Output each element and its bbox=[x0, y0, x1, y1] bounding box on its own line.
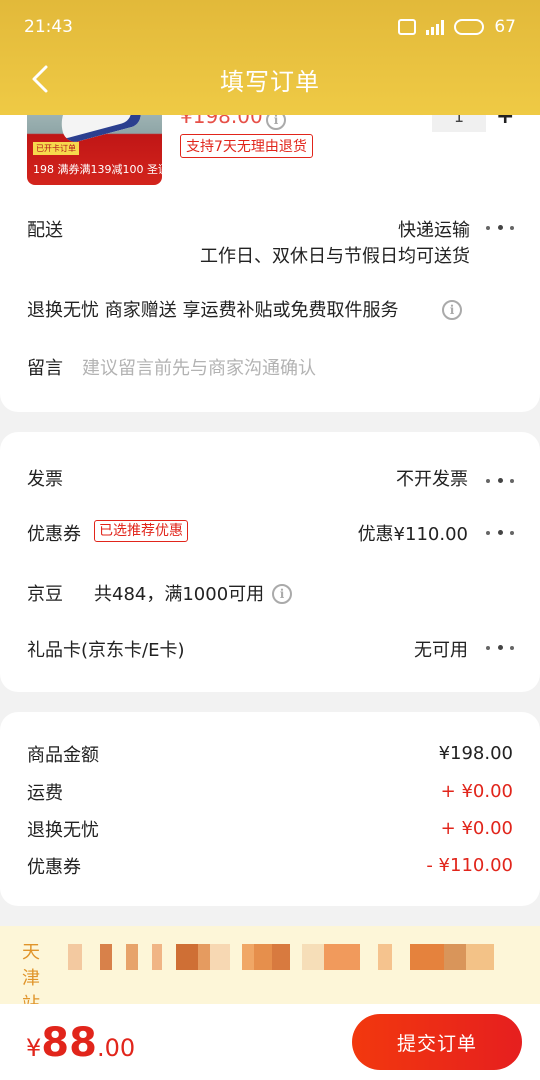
return-badge: 支持7天无理由退货 bbox=[180, 134, 313, 158]
delivery-method[interactable]: 快递运输 bbox=[398, 216, 470, 242]
total-price: ¥88.00 bbox=[26, 1020, 135, 1066]
bottom-bar: ¥88.00 提交订单 bbox=[0, 1004, 540, 1080]
status-bar: 21:43 67 bbox=[0, 0, 540, 54]
message-label: 留言 bbox=[27, 358, 63, 379]
giftcard-label: 礼品卡(京东卡/E卡) bbox=[27, 640, 185, 661]
signal-icon bbox=[426, 19, 445, 35]
battery-level: 67 bbox=[494, 17, 516, 37]
coupon-label: 优惠券 bbox=[27, 524, 81, 545]
image-tag: 已开卡订单 bbox=[33, 142, 79, 155]
info-icon[interactable]: i bbox=[442, 300, 462, 320]
summary-value: + ¥0.00 bbox=[440, 818, 513, 839]
summary-value: - ¥110.00 bbox=[426, 855, 513, 876]
nav-bar: 填写订单 bbox=[0, 54, 540, 104]
delivery-label: 配送 bbox=[27, 220, 63, 241]
jingdou-label: 京豆 bbox=[27, 584, 63, 605]
invoice-label: 发票 bbox=[27, 469, 63, 490]
battery-icon bbox=[454, 19, 485, 35]
header: 21:43 67 填写订单 bbox=[0, 0, 540, 115]
coupon-badge: 已选推荐优惠 bbox=[94, 520, 188, 542]
giftcard-value[interactable]: 无可用 bbox=[414, 636, 468, 662]
blurred-address bbox=[68, 944, 494, 970]
delivery-note: 工作日、双休日与节假日均可送货 bbox=[200, 246, 470, 267]
address-notice[interactable]: 天津站 bbox=[0, 926, 540, 1015]
summary-label: 运费 bbox=[27, 783, 63, 804]
more-dots-icon[interactable] bbox=[486, 476, 514, 486]
more-dots-icon[interactable] bbox=[486, 223, 514, 233]
info-icon[interactable]: i bbox=[272, 584, 292, 604]
status-icons: 67 bbox=[398, 17, 516, 37]
more-dots-icon[interactable] bbox=[486, 528, 514, 538]
currency-symbol: ¥ bbox=[26, 1034, 42, 1062]
image-sale-text: 198 满券满139减100 圣诞节 bbox=[33, 163, 162, 176]
worry-free-text: 退换无忧 商家赠送 享运费补贴或免费取件服务 bbox=[27, 300, 399, 321]
summary-label: 优惠券 bbox=[27, 857, 81, 878]
coupon-value[interactable]: 优惠¥110.00 bbox=[358, 520, 468, 546]
jingdou-value: 共484，满1000可用 bbox=[94, 584, 265, 605]
status-time: 21:43 bbox=[24, 17, 73, 37]
total-decimal: .00 bbox=[96, 1034, 136, 1062]
page-title: 填写订单 bbox=[220, 67, 320, 96]
summary-label: 商品金额 bbox=[27, 745, 99, 766]
back-arrow-icon[interactable] bbox=[26, 64, 56, 94]
submit-order-button[interactable]: 提交订单 bbox=[352, 1014, 522, 1070]
summary-value: + ¥0.00 bbox=[440, 781, 513, 802]
total-integer: 88 bbox=[41, 1020, 97, 1066]
summary-value: ¥198.00 bbox=[438, 743, 513, 764]
message-input[interactable]: 建议留言前先与商家沟通确认 bbox=[82, 354, 316, 380]
invoice-value[interactable]: 不开发票 bbox=[396, 465, 468, 491]
vibrate-icon bbox=[398, 19, 417, 35]
more-dots-icon[interactable] bbox=[486, 643, 514, 653]
summary-label: 退换无忧 bbox=[27, 820, 99, 841]
